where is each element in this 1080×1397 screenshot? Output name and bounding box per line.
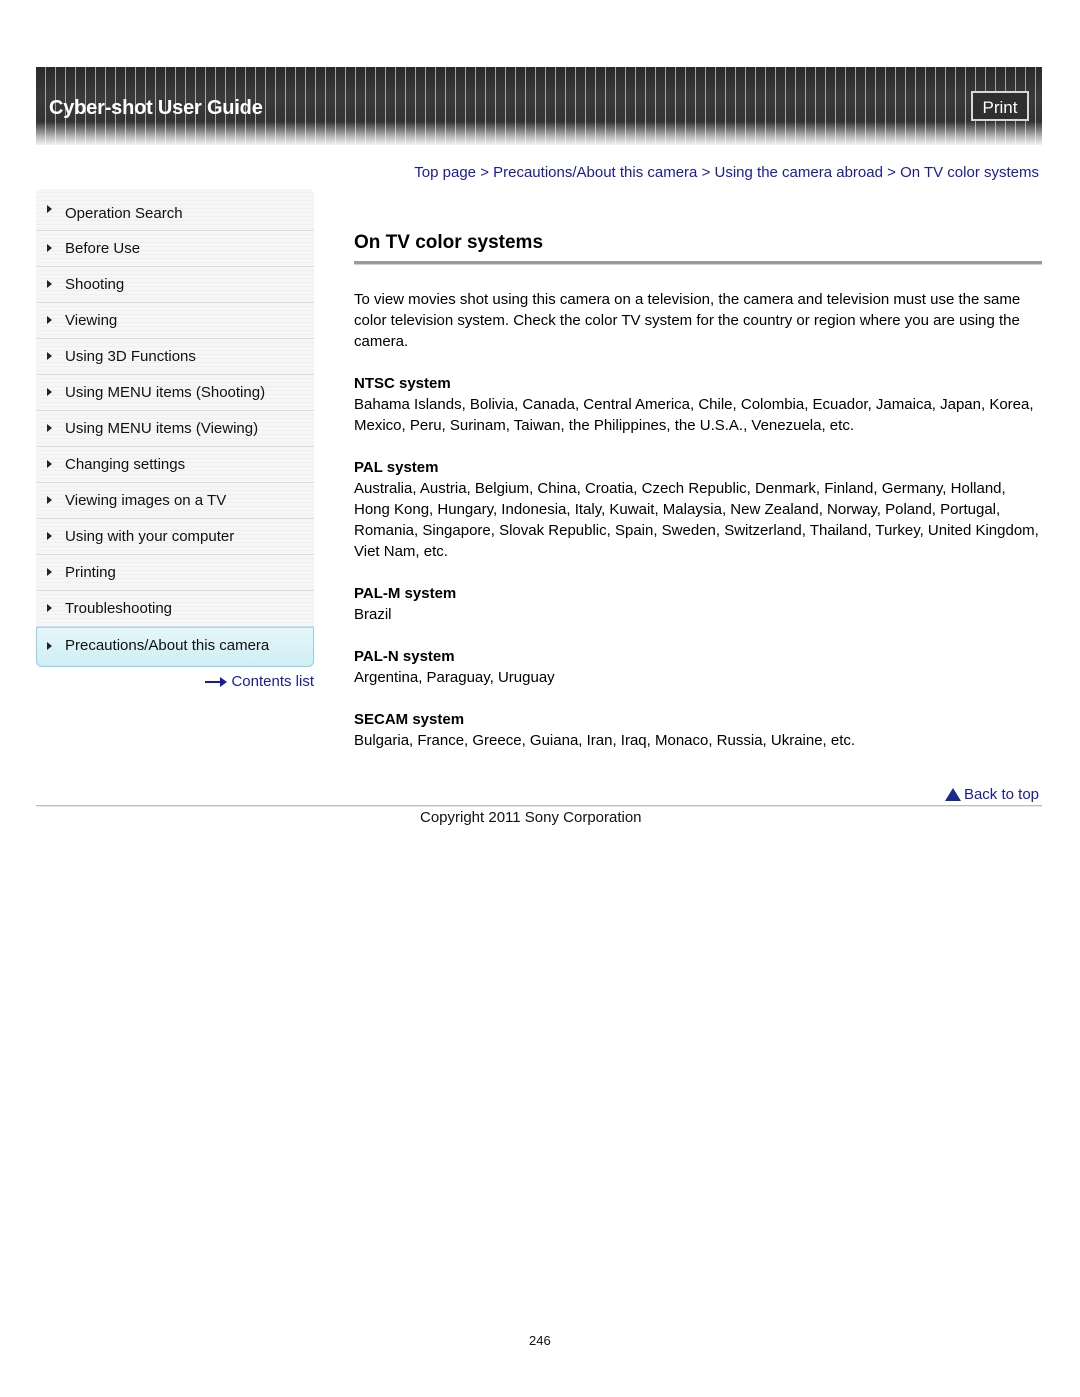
copyright-text: Copyright 2011 Sony Corporation xyxy=(420,809,642,826)
caret-right-icon xyxy=(47,496,52,504)
title-divider xyxy=(354,261,1042,265)
breadcrumb-precautions[interactable]: Precautions/About this camera xyxy=(493,164,697,181)
caret-right-icon xyxy=(47,244,52,252)
sidebar-item-label: Shooting xyxy=(65,276,125,293)
contents-list-link[interactable]: Contents list xyxy=(205,673,314,690)
system-countries: Bulgaria, France, Greece, Guiana, Iran, … xyxy=(354,732,856,749)
contents-list-label: Contents list xyxy=(231,673,314,690)
breadcrumb-top-page[interactable]: Top page xyxy=(414,164,476,181)
sidebar-item-operation-search[interactable]: Operation Search xyxy=(36,189,314,231)
system-section-pal-n: PAL-N system Argentina, Paraguay, Urugua… xyxy=(354,646,1042,688)
intro-paragraph: To view movies shot using this camera on… xyxy=(354,291,1021,350)
sidebar-item-label: Changing settings xyxy=(65,456,186,473)
sidebar-item-label: Printing xyxy=(65,564,116,581)
caret-right-icon xyxy=(47,352,52,360)
system-name: NTSC system xyxy=(354,375,451,392)
sidebar-item-label: Troubleshooting xyxy=(65,600,173,617)
sidebar-item-label: Precautions/About this camera xyxy=(65,637,270,654)
system-name: SECAM system xyxy=(354,711,465,728)
caret-right-icon xyxy=(47,424,52,432)
sidebar-item-label: Using 3D Functions xyxy=(65,348,196,365)
caret-right-icon xyxy=(47,460,52,468)
breadcrumb: Top page > Precautions/About this camera… xyxy=(414,164,1039,181)
sidebar-item-changing-settings[interactable]: Changing settings xyxy=(36,447,314,483)
sidebar-item-label: Using MENU items (Shooting) xyxy=(65,384,266,401)
system-section-ntsc: NTSC system Bahama Islands, Bolivia, Can… xyxy=(354,373,1042,436)
caret-right-icon xyxy=(47,568,52,576)
sidebar-item-label: Before Use xyxy=(65,240,141,257)
system-countries: Bahama Islands, Bolivia, Canada, Central… xyxy=(354,396,1034,434)
sidebar-item-label: Viewing xyxy=(65,312,118,329)
caret-right-icon xyxy=(47,642,52,650)
sidebar-item-menu-shooting[interactable]: Using MENU items (Shooting) xyxy=(36,375,314,411)
breadcrumb-using-abroad[interactable]: Using the camera abroad xyxy=(715,164,883,181)
system-name: PAL system xyxy=(354,459,439,476)
breadcrumb-separator: > xyxy=(480,164,494,181)
sidebar-item-menu-viewing[interactable]: Using MENU items (Viewing) xyxy=(36,411,314,447)
footer-divider xyxy=(36,805,1042,807)
sidebar-item-precautions[interactable]: Precautions/About this camera xyxy=(36,627,314,667)
caret-right-icon xyxy=(47,205,52,213)
sidebar-item-viewing-on-tv[interactable]: Viewing images on a TV xyxy=(36,483,314,519)
sidebar-item-printing[interactable]: Printing xyxy=(36,555,314,591)
breadcrumb-separator: > xyxy=(887,164,901,181)
sidebar-item-label: Using with your computer xyxy=(65,528,235,545)
caret-right-icon xyxy=(47,532,52,540)
system-name: PAL-M system xyxy=(354,585,457,602)
system-countries: Argentina, Paraguay, Uruguay xyxy=(354,669,555,686)
app-title: Cyber-shot User Guide xyxy=(49,97,263,119)
triangle-up-icon xyxy=(944,788,961,801)
sidebar-nav: Operation Search Before Use Shooting Vie… xyxy=(36,189,314,667)
sidebar-item-label: Using MENU items (Viewing) xyxy=(65,420,259,437)
arrow-right-icon xyxy=(205,676,228,687)
sidebar-item-label: Operation Search xyxy=(65,205,183,222)
system-name: PAL-N system xyxy=(354,648,455,665)
system-countries: Australia, Austria, Belgium, China, Croa… xyxy=(354,480,1039,560)
sidebar-item-before-use[interactable]: Before Use xyxy=(36,231,314,267)
breadcrumb-current[interactable]: On TV color systems xyxy=(900,164,1039,181)
print-button[interactable]: Print xyxy=(971,91,1029,121)
caret-right-icon xyxy=(47,388,52,396)
back-to-top-label: Back to top xyxy=(963,786,1039,803)
sidebar-item-label: Viewing images on a TV xyxy=(65,492,227,509)
sidebar-item-shooting[interactable]: Shooting xyxy=(36,267,314,303)
system-section-pal: PAL system Australia, Austria, Belgium, … xyxy=(354,457,1042,562)
sidebar-item-3d-functions[interactable]: Using 3D Functions xyxy=(36,339,314,375)
caret-right-icon xyxy=(47,316,52,324)
caret-right-icon xyxy=(47,280,52,288)
page-number: 246 xyxy=(529,1333,551,1348)
header-banner: Cyber-shot User Guide Print xyxy=(36,67,1042,145)
system-section-secam: SECAM system Bulgaria, France, Greece, G… xyxy=(354,709,1042,751)
system-countries: Brazil xyxy=(354,606,392,623)
breadcrumb-separator: > xyxy=(701,164,715,181)
sidebar-item-computer[interactable]: Using with your computer xyxy=(36,519,314,555)
caret-right-icon xyxy=(47,604,52,612)
system-section-pal-m: PAL-M system Brazil xyxy=(354,583,1042,625)
sidebar-item-viewing[interactable]: Viewing xyxy=(36,303,314,339)
sidebar-item-troubleshooting[interactable]: Troubleshooting xyxy=(36,591,314,627)
page-title: On TV color systems xyxy=(354,232,544,253)
back-to-top-link[interactable]: Back to top xyxy=(944,786,1039,803)
main-content: On TV color systems To view movies shot … xyxy=(354,232,1042,751)
